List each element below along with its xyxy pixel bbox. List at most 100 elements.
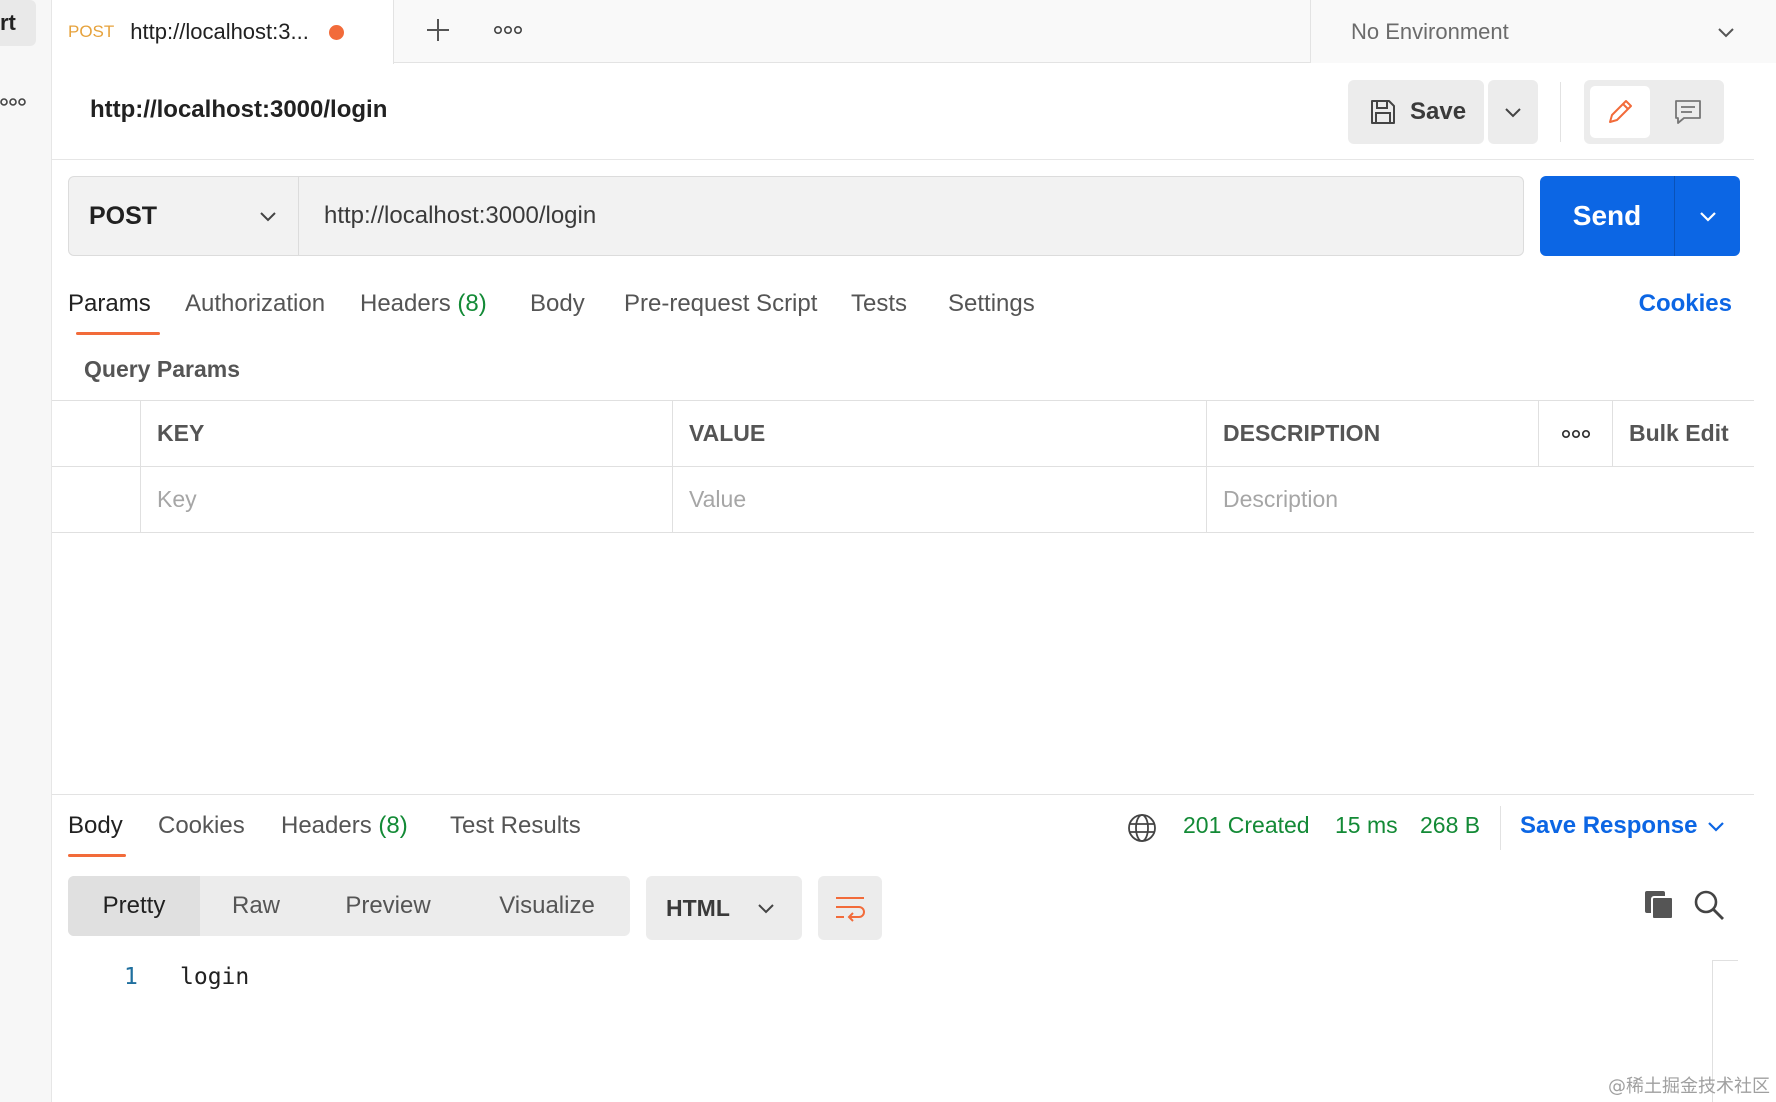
response-tab-cookies[interactable]: Cookies <box>158 812 245 840</box>
edit-mode-button[interactable] <box>1590 86 1650 138</box>
checkbox-column-header <box>52 401 140 466</box>
comments-button[interactable] <box>1658 86 1718 138</box>
description-input[interactable] <box>1223 469 1754 530</box>
divider <box>1560 82 1561 142</box>
environment-label: No Environment <box>1351 18 1509 44</box>
more-icon[interactable] <box>0 92 30 112</box>
format-pretty[interactable]: Pretty <box>68 876 200 936</box>
environment-selector[interactable]: No Environment <box>1310 0 1776 63</box>
save-response-button[interactable]: Save Response <box>1520 812 1697 840</box>
sidebar-partial-label: rt <box>0 10 16 35</box>
active-tab-indicator <box>76 332 160 335</box>
headers-count-badge: (8) <box>457 290 487 317</box>
save-options-button[interactable] <box>1488 80 1538 144</box>
pencil-icon <box>1609 100 1632 123</box>
new-tab-button[interactable] <box>416 8 460 52</box>
unsaved-dot-icon <box>328 24 344 40</box>
response-body-viewer[interactable]: 1 login <box>52 954 1702 1102</box>
request-title[interactable]: http://localhost:3000/login <box>90 96 387 124</box>
tab-authorization[interactable]: Authorization <box>185 290 325 318</box>
comment-icon <box>1675 100 1701 124</box>
url-input[interactable] <box>300 177 1523 255</box>
description-cell <box>1206 467 1754 532</box>
copy-icon[interactable] <box>1642 888 1676 922</box>
column-options-button[interactable] <box>1538 401 1612 466</box>
key-cell <box>140 467 672 532</box>
method-select[interactable]: POST <box>69 177 299 255</box>
format-visualize[interactable]: Visualize <box>464 876 630 936</box>
response-tab-test-results[interactable]: Test Results <box>450 812 581 840</box>
tab-headers[interactable]: Headers (8) <box>360 290 487 318</box>
more-icon <box>493 25 522 35</box>
watermark: @稀土掘金技术社区 <box>1608 1076 1770 1097</box>
value-input[interactable] <box>689 469 1206 530</box>
query-params-table: KEY VALUE DESCRIPTION Bulk Edit <box>52 400 1754 533</box>
tab-prerequest-script[interactable]: Pre-request Script <box>624 290 817 318</box>
tab-params[interactable]: Params <box>68 290 151 318</box>
chevron-down-icon[interactable] <box>1706 816 1726 836</box>
mode-toggle <box>1584 80 1724 144</box>
status-badge[interactable]: 201 Created <box>1183 812 1310 839</box>
send-options-button[interactable] <box>1675 176 1740 256</box>
format-preview[interactable]: Preview <box>312 876 464 936</box>
key-input[interactable] <box>157 469 672 530</box>
code-line: login <box>180 964 250 990</box>
value-cell <box>672 467 1206 532</box>
request-tabs: Params Authorization Headers (8) Body Pr… <box>52 278 1754 338</box>
sidebar-import-button[interactable]: rt <box>0 0 36 46</box>
table-row <box>52 467 1754 533</box>
search-icon[interactable] <box>1692 888 1726 922</box>
word-wrap-button[interactable] <box>818 876 882 940</box>
response-size[interactable]: 268 B <box>1420 812 1480 839</box>
chevron-down-icon <box>1718 27 1734 37</box>
url-bar: POST <box>68 176 1524 256</box>
line-number: 1 <box>124 964 138 990</box>
body-format-toggle: Pretty Raw Preview Visualize <box>68 876 630 936</box>
save-button[interactable]: Save <box>1348 80 1484 144</box>
request-tab[interactable]: POST http://localhost:3... <box>52 0 394 64</box>
tab-settings[interactable]: Settings <box>948 290 1035 318</box>
response-tab-headers-label: Headers <box>281 812 372 839</box>
tab-headers-label: Headers <box>360 290 451 317</box>
wrap-lines-icon <box>836 897 865 922</box>
save-icon <box>1371 100 1395 124</box>
globe-icon[interactable] <box>1126 812 1158 844</box>
column-header-value: VALUE <box>672 401 1206 466</box>
chevron-down-icon <box>1699 212 1716 222</box>
column-header-key: KEY <box>140 401 672 466</box>
language-select[interactable]: HTML <box>646 876 802 940</box>
column-header-description: DESCRIPTION <box>1206 401 1538 466</box>
cookies-link[interactable]: Cookies <box>1639 290 1732 318</box>
send-button-group: Send <box>1540 176 1740 256</box>
tab-tests[interactable]: Tests <box>851 290 907 318</box>
method-label: POST <box>89 201 158 230</box>
chevron-down-icon <box>758 904 774 914</box>
row-checkbox-cell <box>52 467 140 532</box>
tab-body[interactable]: Body <box>530 290 585 318</box>
tab-bar: POST http://localhost:3... No Environmen… <box>52 0 1776 64</box>
response-tab-headers[interactable]: Headers (8) <box>281 812 408 840</box>
table-header-row: KEY VALUE DESCRIPTION Bulk Edit <box>52 401 1754 467</box>
more-icon <box>1561 429 1591 438</box>
request-header: http://localhost:3000/login Save <box>52 64 1754 160</box>
tab-title: http://localhost:3... <box>130 19 309 44</box>
save-label: Save <box>1410 98 1467 125</box>
plus-icon <box>427 19 449 41</box>
response-time[interactable]: 15 ms <box>1335 812 1398 839</box>
sidebar-stub: rt <box>0 0 52 1102</box>
response-tabs: Body Cookies Headers (8) Test Results 20… <box>52 800 1754 862</box>
tab-options-button[interactable] <box>488 12 528 48</box>
response-headers-count-badge: (8) <box>378 812 408 839</box>
response-divider[interactable] <box>52 794 1754 795</box>
chevron-down-icon <box>1505 108 1521 118</box>
tab-method-badge: POST <box>68 22 115 41</box>
response-tab-body[interactable]: Body <box>68 812 123 840</box>
query-params-title: Query Params <box>84 356 240 382</box>
chevron-down-icon <box>260 212 276 222</box>
language-label: HTML <box>666 894 730 921</box>
active-response-tab-indicator <box>68 854 126 857</box>
bulk-edit-button[interactable]: Bulk Edit <box>1612 401 1754 466</box>
format-raw[interactable]: Raw <box>200 876 312 936</box>
send-button[interactable]: Send <box>1540 176 1674 256</box>
divider <box>1500 806 1501 850</box>
